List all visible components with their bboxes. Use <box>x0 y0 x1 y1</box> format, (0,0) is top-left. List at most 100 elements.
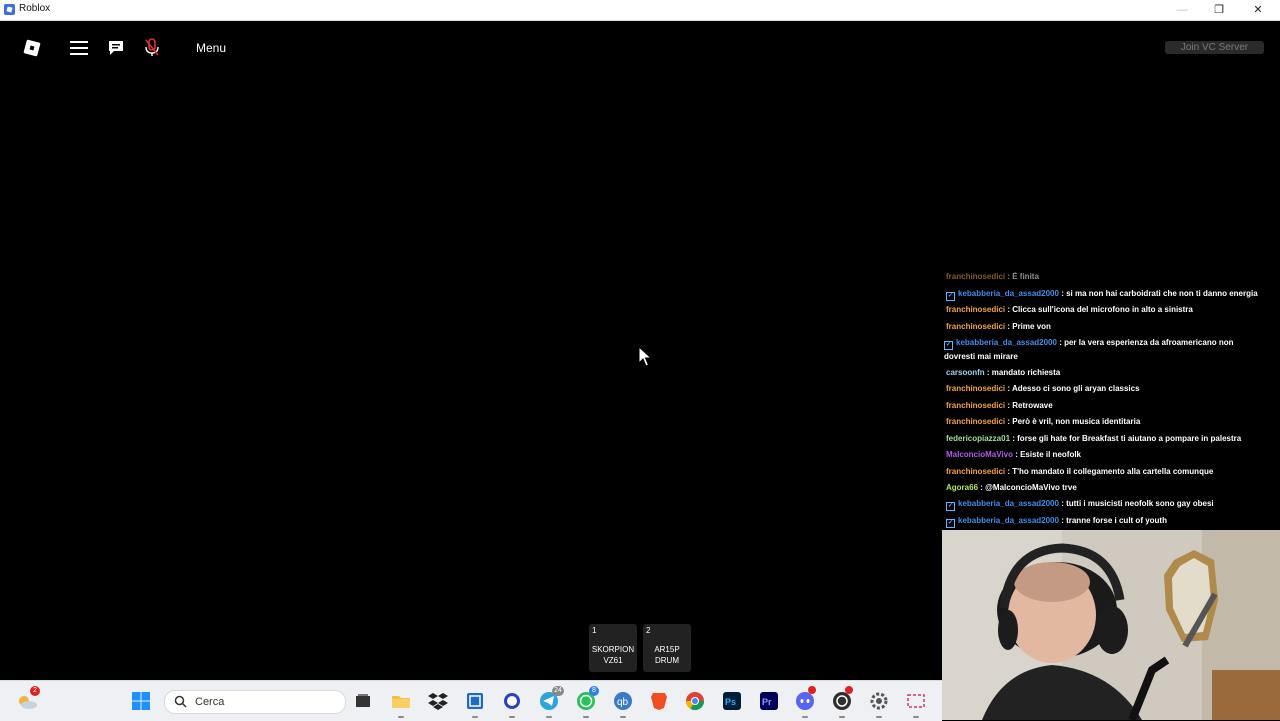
task-view-icon <box>356 694 370 707</box>
running-indicator <box>876 716 882 718</box>
chat-username[interactable]: federicopiazza01 <box>946 434 1010 443</box>
hamburger-icon <box>70 41 88 55</box>
chat-message: franchinosedici : Prime von <box>946 320 1276 333</box>
window-title: Roblox <box>19 3 51 14</box>
chat-username[interactable]: kebabberia_da_assad2000 <box>956 338 1057 347</box>
running-indicator <box>802 716 808 718</box>
svg-text:qb: qb <box>617 697 629 708</box>
running-indicator <box>583 716 589 718</box>
chat-text: : si ma non hai carboidrati che non ti d… <box>1058 289 1258 298</box>
weather-widget[interactable]: 2 <box>16 686 40 712</box>
roblox-logo-button[interactable] <box>18 34 46 62</box>
roblox-logo-icon <box>23 39 41 57</box>
notification-dot <box>845 686 853 694</box>
running-indicator <box>398 716 404 718</box>
chat-text: : Adesso ci sono gli aryan classics <box>1005 384 1140 393</box>
window-titlebar: Roblox — ❐ ✕ <box>0 0 1280 21</box>
discord-notification-dot <box>808 686 816 694</box>
chat-icon <box>109 41 123 55</box>
maximize-button[interactable]: ❐ <box>1201 0 1237 20</box>
chat-panel: franchinosedici : È finita ✓ kebabberia_da… <box>940 270 1280 528</box>
obs-icon <box>833 692 851 710</box>
chat-username[interactable]: kebabberia_da_assad2000 <box>958 516 1059 525</box>
menu-label[interactable]: Menu <box>196 41 226 55</box>
brave-button[interactable] <box>648 690 670 712</box>
chrome-icon <box>686 692 704 711</box>
chat-username[interactable]: franchinosedici <box>946 417 1005 426</box>
chat-message: Agora66 : @MalconcioMaVivo trve <box>946 481 1276 494</box>
premiere-icon: Pr <box>760 692 778 710</box>
chat-text: : T'ho mandato il collegamento alla cart… <box>1005 467 1214 476</box>
running-indicator <box>913 716 919 718</box>
premiere-button[interactable]: Pr <box>758 690 780 712</box>
app-button-ring[interactable] <box>501 690 523 718</box>
chat-username[interactable]: franchinosedici <box>946 384 1005 393</box>
chat-text: : Clicca sull'icona del microfono in alt… <box>1005 305 1193 314</box>
hamburger-menu-button[interactable] <box>65 34 93 62</box>
hotbar-slot-number: 1 <box>592 626 597 635</box>
start-button[interactable] <box>130 690 152 712</box>
chat-message: ✓ kebabberia_da_assad2000 : si ma non hai… <box>946 287 1276 301</box>
chat-message: carsoonfn : mandato richiesta <box>946 366 1276 379</box>
photoshop-button[interactable]: Ps <box>721 690 743 712</box>
snipping-tool-button[interactable] <box>905 690 927 718</box>
chat-username[interactable]: MalconcioMaVivo <box>946 450 1013 459</box>
chat-message: franchinosedici : Retrowave <box>946 399 1276 412</box>
chat-username[interactable]: carsoonfn <box>946 368 985 377</box>
photoshop-icon: Ps <box>723 692 741 710</box>
chat-message: franchinosedici : Però è vril, non music… <box>946 415 1276 428</box>
chat-text: : Però è vril, non musica identitaria <box>1005 417 1141 426</box>
chat-text: : È finita <box>1005 272 1039 281</box>
hotbar-slot-1[interactable]: 1 SKORPION VZ61 <box>589 624 637 672</box>
hotbar-slot-label: SKORPION VZ61 <box>589 644 637 666</box>
hotbar-slot-label-line1: AR15P <box>654 645 680 654</box>
chat-text: : tranne forse i cult of youth <box>1058 516 1167 525</box>
discord-button[interactable] <box>794 686 816 718</box>
running-indicator <box>546 716 552 718</box>
ring-app-icon <box>504 693 520 709</box>
chat-username[interactable]: kebabberia_da_assad2000 <box>958 499 1059 508</box>
task-view-button[interactable] <box>352 690 374 712</box>
chat-username[interactable]: franchinosedici <box>946 401 1005 410</box>
chat-button[interactable] <box>102 34 130 62</box>
chat-username[interactable]: franchinosedici <box>946 272 1005 281</box>
chat-username[interactable]: kebabberia_da_assad2000 <box>958 289 1059 298</box>
microphone-muted-icon <box>145 38 159 56</box>
whatsapp-button[interactable]: 8 <box>575 686 599 718</box>
app-button-blue[interactable] <box>464 690 486 718</box>
settings-button[interactable] <box>868 690 890 718</box>
chat-text: : Retrowave <box>1005 401 1053 410</box>
gear-icon <box>870 692 888 710</box>
telegram-button[interactable]: 24 <box>538 686 564 718</box>
chat-message: federicopiazza01 : forse gli hate for Br… <box>946 432 1276 445</box>
chrome-button[interactable] <box>684 690 706 712</box>
folder-icon <box>392 696 410 708</box>
hotbar-slot-label-line1: SKORPION <box>591 645 635 654</box>
close-button[interactable]: ✕ <box>1240 0 1276 20</box>
running-indicator <box>472 716 478 718</box>
svg-text:Ps: Ps <box>725 697 736 707</box>
microphone-button[interactable] <box>138 34 166 62</box>
file-explorer-button[interactable] <box>390 690 412 718</box>
app-button-dark[interactable] <box>831 686 853 718</box>
dropbox-button[interactable] <box>427 690 449 712</box>
chat-badge-icon: ✓ <box>944 341 953 350</box>
join-vc-server-button[interactable]: Join VC Server <box>1165 41 1264 54</box>
webcam-overlay <box>942 530 1280 720</box>
chat-text: : @MalconcioMaVivo trve <box>978 483 1077 492</box>
chat-badge-icon: ✓ <box>946 502 955 511</box>
hotbar-slot-2[interactable]: 2 AR15P DRUM <box>643 624 691 672</box>
qbittorrent-button[interactable]: qb <box>612 690 634 718</box>
chat-username[interactable]: franchinosedici <box>946 467 1005 476</box>
chat-text: : Prime von <box>1005 322 1051 331</box>
chat-username[interactable]: franchinosedici <box>946 305 1005 314</box>
search-icon <box>174 695 187 708</box>
chat-username[interactable]: Agora66 <box>946 483 978 492</box>
chat-username[interactable]: franchinosedici <box>946 322 1005 331</box>
hotbar-slot-label-line2: VZ61 <box>603 656 623 665</box>
whatsapp-badge: 8 <box>589 686 599 696</box>
taskbar-search[interactable]: Cerca <box>164 690 346 714</box>
running-indicator <box>620 716 626 718</box>
chat-text: : Esiste il neofolk <box>1012 450 1081 459</box>
minimize-button[interactable]: — <box>1164 0 1200 20</box>
